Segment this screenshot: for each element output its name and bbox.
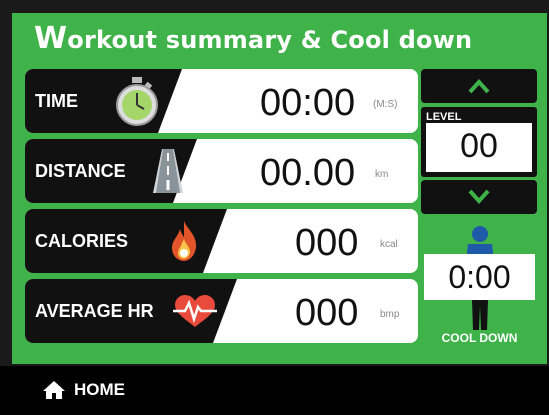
calories-row: CALORIES 000 kcal bbox=[25, 209, 418, 273]
distance-row: DISTANCE 00.00 km bbox=[25, 139, 418, 203]
flame-icon bbox=[172, 221, 197, 261]
level-display: LEVEL 00 bbox=[421, 107, 537, 177]
calories-label: CALORIES bbox=[35, 231, 129, 251]
level-label: LEVEL bbox=[426, 111, 462, 123]
home-label: HOME bbox=[74, 380, 125, 399]
calories-unit: kcal bbox=[380, 239, 398, 250]
distance-unit: km bbox=[375, 169, 389, 180]
home-icon bbox=[43, 381, 65, 399]
stopwatch-icon bbox=[116, 77, 158, 126]
level-value: 00 bbox=[460, 127, 498, 165]
distance-label: DISTANCE bbox=[35, 161, 126, 181]
time-label: TIME bbox=[35, 91, 78, 111]
calories-value: 000 bbox=[295, 222, 359, 264]
average-hr-row: AVERAGE HR 000 bmp bbox=[25, 279, 418, 343]
level-up-button[interactable] bbox=[421, 69, 537, 103]
cooldown-label: COOL DOWN bbox=[441, 331, 518, 345]
distance-value: 00.00 bbox=[260, 152, 356, 194]
summary-panel: Workout summary & Cool down TIME 00:00 (… bbox=[12, 13, 547, 364]
heart-rate-icon bbox=[173, 295, 217, 327]
time-row: TIME 00:00 (M:S) bbox=[25, 69, 418, 133]
average-hr-value: 000 bbox=[295, 292, 359, 334]
chevron-up-icon bbox=[468, 79, 490, 94]
average-hr-unit: bmp bbox=[380, 309, 400, 320]
average-hr-label: AVERAGE HR bbox=[35, 301, 154, 321]
footer-bar: HOME bbox=[0, 366, 549, 415]
page-title: Workout summary & Cool down bbox=[34, 21, 473, 56]
time-value: 00:00 bbox=[260, 82, 356, 124]
cooldown-timer: 0:00 bbox=[424, 254, 535, 300]
level-value-box: 00 bbox=[426, 123, 532, 172]
level-down-button[interactable] bbox=[421, 180, 537, 214]
home-button[interactable]: HOME bbox=[42, 380, 125, 400]
road-icon bbox=[153, 149, 183, 193]
time-unit: (M:S) bbox=[373, 99, 398, 110]
chevron-down-icon bbox=[468, 189, 490, 204]
